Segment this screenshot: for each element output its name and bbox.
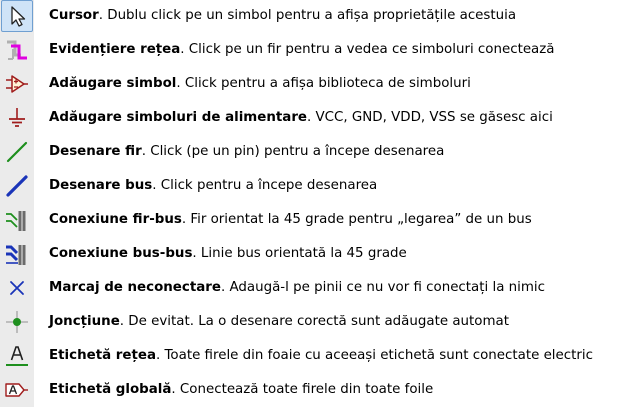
tool-row-wire-bus-entry: Conexiune fir-bus. Fir orientat la 45 gr…: [0, 204, 640, 238]
highlight-net-icon: [7, 40, 27, 60]
tool-name: Evidențiere rețea: [49, 42, 181, 57]
tool-text: . Fir orientat la 45 grade pentru „legar…: [181, 212, 532, 227]
tool-name: Desenare fir: [49, 144, 142, 159]
wire-bus-entry-tool-button[interactable]: [1, 204, 33, 236]
tool-name: Etichetă rețea: [49, 348, 156, 363]
tool-name: Desenare bus: [49, 178, 153, 193]
tool-text: . Conectează toate firele din toate foil…: [171, 382, 434, 397]
tool-description-power-symbol: Adăugare simboluri de alimentare. VCC, G…: [49, 109, 553, 126]
tool-text: . VCC, GND, VDD, VSS se găsesc aici: [307, 110, 553, 125]
draw-wire-tool-button[interactable]: [1, 136, 33, 168]
tool-text: . Click pentru a începe desenarea: [152, 178, 378, 193]
tool-description-no-connect: Marcaj de neconectare. Adaugă-l pe pinii…: [49, 279, 545, 296]
junction-dot-icon: [6, 311, 28, 333]
tool-name: Adăugare simboluri de alimentare: [49, 110, 307, 125]
tool-text: . Toate firele din foaie cu aceeași etic…: [156, 348, 593, 363]
tool-description-junction: Joncțiune. De evitat. La o desenare core…: [49, 313, 509, 330]
tool-description-draw-wire: Desenare fir. Click (pe un pin) pentru a…: [49, 143, 444, 160]
tool-description-net-label: Etichetă rețea. Toate firele din foaie c…: [49, 347, 593, 364]
net-label-tool-button[interactable]: [1, 340, 33, 372]
tool-name: Adăugare simbol: [49, 76, 177, 91]
tool-row-draw-wire: Desenare fir. Click (pe un pin) pentru a…: [0, 136, 640, 170]
tool-row-global-label: Etichetă globală. Conectează toate firel…: [0, 374, 640, 408]
tool-description-wire-bus-entry: Conexiune fir-bus. Fir orientat la 45 gr…: [49, 211, 532, 228]
power-symbol-ground-icon: [9, 108, 25, 127]
tool-description-add-symbol: Adăugare simbol. Click pentru a afișa bi…: [49, 75, 471, 92]
tool-description-global-label: Etichetă globală. Conectează toate firel…: [49, 381, 433, 398]
draw-wire-icon: [6, 141, 28, 163]
tool-text: . Click pe un fir pentru a vedea ce simb…: [180, 42, 555, 57]
tool-row-bus-bus-entry: Conexiune bus-bus. Linie bus orientată l…: [0, 238, 640, 272]
tool-name: Joncțiune: [49, 314, 120, 329]
tool-text: . Linie bus orientată la 45 grade: [192, 246, 407, 261]
bus-bus-entry-icon: [6, 245, 26, 265]
tool-row-draw-bus: Desenare bus. Click pentru a începe dese…: [0, 170, 640, 204]
junction-tool-button[interactable]: [1, 306, 33, 338]
global-label-icon: [5, 383, 28, 397]
tool-row-highlight-net: Evidențiere rețea. Click pe un fir pentr…: [0, 34, 640, 68]
tool-row-cursor: Cursor. Dublu click pe un simbol pentru …: [0, 0, 640, 34]
tool-description-cursor: Cursor. Dublu click pe un simbol pentru …: [49, 7, 516, 24]
tool-description-draw-bus: Desenare bus. Click pentru a începe dese…: [49, 177, 377, 194]
no-connect-tool-button[interactable]: [1, 272, 33, 304]
tool-name: Etichetă globală: [49, 382, 172, 397]
tool-row-junction: Joncțiune. De evitat. La o desenare core…: [0, 306, 640, 340]
bus-bus-entry-tool-button[interactable]: [1, 238, 33, 270]
tool-name: Conexiune fir-bus: [49, 212, 182, 227]
tool-text: . Adaugă-l pe pinii ce nu vor fi conecta…: [220, 280, 545, 295]
tool-text: . De evitat. La o desenare corectă sunt …: [119, 314, 509, 329]
cursor-tool-button[interactable]: [1, 0, 33, 32]
tool-row-no-connect: Marcaj de neconectare. Adaugă-l pe pinii…: [0, 272, 640, 306]
tool-row-power-symbol: Adăugare simboluri de alimentare. VCC, G…: [0, 102, 640, 136]
power-symbol-tool-button[interactable]: [1, 102, 33, 134]
tool-description-highlight-net: Evidențiere rețea. Click pe un fir pentr…: [49, 41, 555, 58]
tool-name: Conexiune bus-bus: [49, 246, 193, 261]
tool-description-bus-bus-entry: Conexiune bus-bus. Linie bus orientată l…: [49, 245, 407, 262]
highlight-net-tool-button[interactable]: [1, 34, 33, 66]
draw-bus-tool-button[interactable]: [1, 170, 33, 202]
add-symbol-icon: [6, 75, 28, 93]
tool-text: . Dublu click pe un simbol pentru a afiș…: [98, 8, 517, 23]
tool-row-add-symbol: Adăugare simbol. Click pentru a afișa bi…: [0, 68, 640, 102]
no-connect-flag-icon: [10, 281, 24, 295]
draw-bus-icon: [6, 175, 28, 197]
cursor-arrow-icon: [11, 6, 26, 27]
tool-row-net-label: Etichetă rețea. Toate firele din foaie c…: [0, 340, 640, 374]
tool-name: Cursor: [49, 8, 99, 23]
tool-text: . Click (pe un pin) pentru a începe dese…: [141, 144, 445, 159]
wire-bus-entry-icon: [6, 211, 26, 231]
add-symbol-tool-button[interactable]: [1, 68, 33, 100]
tool-text: . Click pentru a afișa biblioteca de sim…: [176, 76, 471, 91]
tool-name: Marcaj de neconectare: [49, 280, 221, 295]
net-label-icon: [6, 346, 28, 366]
global-label-tool-button[interactable]: [1, 374, 33, 406]
